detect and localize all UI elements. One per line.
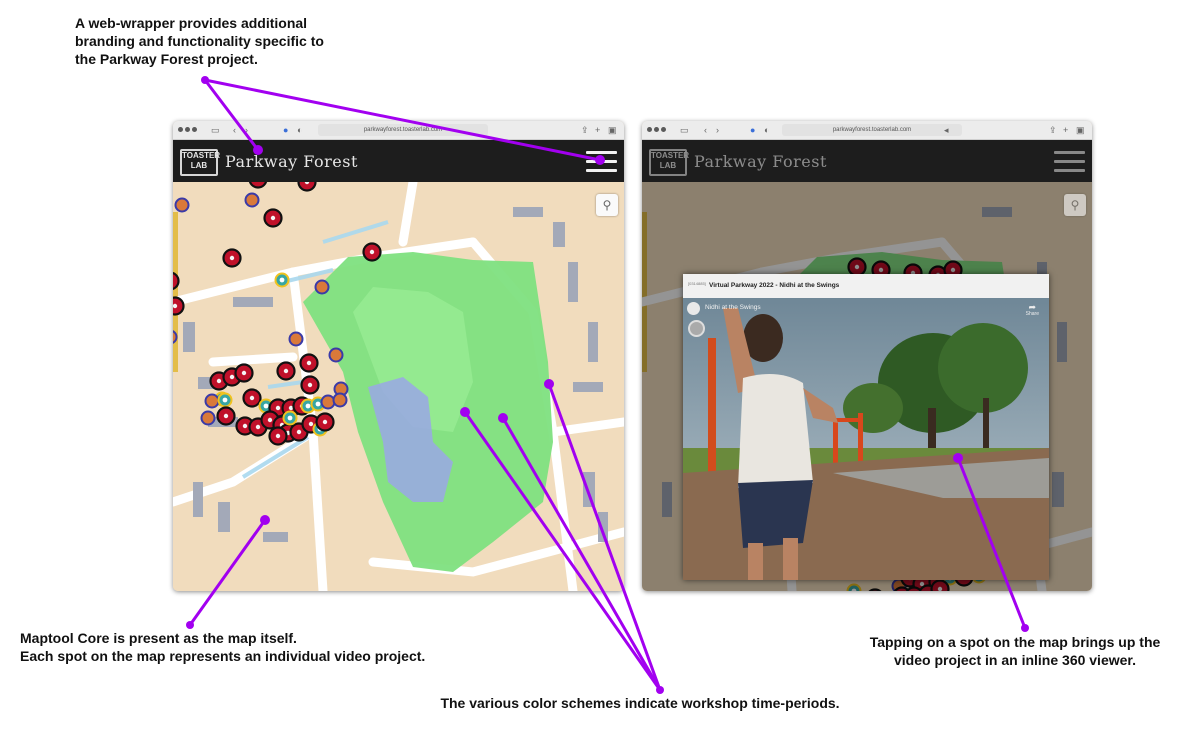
logo-text-top: TOASTER bbox=[651, 151, 690, 160]
logo-text-bottom: LAB bbox=[190, 161, 208, 170]
window-controls[interactable] bbox=[178, 127, 202, 133]
channel-avatar-icon[interactable] bbox=[687, 302, 700, 315]
url-bar[interactable]: parkwayforest.toasterlab.com bbox=[318, 124, 488, 136]
extension-icon[interactable]: ● bbox=[283, 124, 288, 136]
browser-window-map: ▭ ‹ › ● ◐ parkwayforest.toasterlab.com ⇪… bbox=[173, 121, 624, 591]
map-marker[interactable] bbox=[288, 331, 304, 347]
forward-arrow-icon[interactable]: › bbox=[245, 124, 248, 136]
sidebar-toggle-icon[interactable]: ▭ bbox=[211, 124, 220, 136]
map-marker[interactable] bbox=[244, 192, 260, 208]
viewer-control-icon[interactable] bbox=[688, 320, 705, 337]
logo-text-top: TOASTER bbox=[182, 151, 221, 160]
map-marker[interactable] bbox=[200, 410, 216, 426]
map-canvas[interactable]: ⚲ [0314885] Virtual Parkway 2022 - Nidhi… bbox=[642, 182, 1092, 591]
map-marker[interactable] bbox=[274, 272, 290, 288]
map-marker[interactable] bbox=[263, 208, 283, 228]
annotation-line: Tapping on a spot on the map brings up t… bbox=[869, 634, 1161, 650]
map-marker[interactable] bbox=[299, 353, 319, 373]
privacy-shield-icon: ◐ bbox=[297, 125, 303, 135]
annotation-maptool-core: Maptool Core is present as the map itsel… bbox=[20, 629, 540, 665]
extension-icon[interactable]: ● bbox=[750, 124, 755, 136]
video-title: Nidhi at the Swings bbox=[705, 304, 761, 311]
video-player-360[interactable]: Nidhi at the Swings ➦ Share bbox=[683, 298, 1049, 580]
audio-icon[interactable]: ◂ bbox=[944, 124, 949, 136]
map-marker[interactable] bbox=[332, 392, 348, 408]
url-bar[interactable]: parkwayforest.toasterlab.com bbox=[782, 124, 962, 136]
annotation-line: Maptool Core is present as the map itsel… bbox=[20, 630, 297, 646]
viewer-title: Virtual Parkway 2022 - Nidhi at the Swin… bbox=[709, 282, 840, 289]
browser-titlebar: ▭ ‹ › ● ◐ parkwayforest.toasterlab.com ⇪… bbox=[173, 121, 624, 140]
share-label: Share bbox=[1025, 311, 1039, 317]
map-marker[interactable] bbox=[315, 412, 335, 432]
annotation-web-wrapper: A web-wrapper provides additional brandi… bbox=[75, 14, 395, 68]
app-header: TOASTER LAB Parkway Forest bbox=[173, 140, 624, 182]
inline-360-viewer[interactable]: [0314885] Virtual Parkway 2022 - Nidhi a… bbox=[683, 274, 1049, 580]
back-arrow-icon[interactable]: ‹ bbox=[233, 124, 236, 136]
map-marker[interactable] bbox=[248, 182, 268, 189]
share-browser-icon[interactable]: ⇪ bbox=[1049, 124, 1057, 136]
tabs-overview-icon[interactable]: ▣ bbox=[608, 124, 617, 136]
map-marker[interactable] bbox=[268, 426, 288, 446]
map-marker[interactable] bbox=[300, 375, 320, 395]
video-frame bbox=[683, 298, 1049, 580]
map-marker[interactable] bbox=[328, 347, 344, 363]
annotation-inline-viewer: Tapping on a spot on the map brings up t… bbox=[840, 633, 1190, 669]
privacy-shield-icon: ◐ bbox=[764, 125, 770, 135]
browser-window-viewer: ▭ ‹ › ● ◐ parkwayforest.toasterlab.com ◂… bbox=[642, 121, 1092, 591]
map-marker[interactable] bbox=[234, 363, 254, 383]
back-arrow-icon[interactable]: ‹ bbox=[704, 124, 707, 136]
map-marker[interactable] bbox=[173, 296, 185, 316]
share-icon[interactable]: ➦ Share bbox=[1025, 302, 1039, 318]
tabs-overview-icon[interactable]: ▣ bbox=[1076, 124, 1085, 136]
share-browser-icon[interactable]: ⇪ bbox=[581, 124, 589, 136]
map-canvas[interactable]: ⚲ bbox=[173, 182, 624, 591]
map-marker[interactable] bbox=[314, 279, 330, 295]
logo-text-bottom: LAB bbox=[659, 161, 677, 170]
toasterlab-logo[interactable]: TOASTER LAB bbox=[649, 149, 690, 176]
map-marker[interactable] bbox=[217, 392, 233, 408]
map-pin-icon[interactable]: ⚲ bbox=[1064, 194, 1086, 216]
annotation-line: video project in an inline 360 viewer. bbox=[894, 652, 1136, 668]
share-arrow-icon: ➦ bbox=[1028, 302, 1037, 312]
map-marker[interactable] bbox=[242, 388, 262, 408]
hamburger-menu-icon[interactable] bbox=[586, 151, 617, 173]
map-markers bbox=[173, 182, 382, 446]
sidebar-toggle-icon[interactable]: ▭ bbox=[680, 124, 689, 136]
browser-titlebar: ▭ ‹ › ● ◐ parkwayforest.toasterlab.com ◂… bbox=[642, 121, 1092, 140]
map-marker[interactable] bbox=[173, 271, 180, 291]
annotation-line: the Parkway Forest project. bbox=[75, 51, 258, 67]
app-title: Parkway Forest bbox=[694, 152, 827, 171]
map-marker[interactable] bbox=[297, 182, 317, 192]
annotation-line: Each spot on the map represents an indiv… bbox=[20, 648, 426, 664]
viewer-header: [0314885] Virtual Parkway 2022 - Nidhi a… bbox=[683, 274, 1049, 298]
map-marker[interactable] bbox=[362, 242, 382, 262]
app-header: TOASTER LAB Parkway Forest bbox=[642, 140, 1092, 182]
new-tab-icon[interactable]: + bbox=[1063, 124, 1068, 136]
new-tab-icon[interactable]: + bbox=[595, 124, 600, 136]
map-marker[interactable] bbox=[282, 410, 298, 426]
map-marker[interactable] bbox=[204, 393, 220, 409]
window-controls[interactable] bbox=[647, 127, 671, 133]
map-marker[interactable] bbox=[173, 330, 178, 344]
annotation-line: A web-wrapper provides additional bbox=[75, 15, 308, 31]
viewer-id-label: [0314885] bbox=[688, 281, 706, 286]
map-marker[interactable] bbox=[320, 394, 336, 410]
app-title: Parkway Forest bbox=[225, 152, 358, 171]
toasterlab-logo[interactable]: TOASTER LAB bbox=[180, 149, 221, 176]
annotation-line: The various color schemes indicate works… bbox=[440, 695, 840, 711]
map-marker[interactable] bbox=[276, 361, 296, 381]
hamburger-menu-icon[interactable] bbox=[1054, 151, 1085, 173]
map-marker[interactable] bbox=[222, 248, 242, 268]
map-marker[interactable] bbox=[174, 197, 190, 213]
map-marker[interactable] bbox=[216, 406, 236, 426]
annotation-color-schemes: The various color schemes indicate works… bbox=[380, 694, 900, 712]
forward-arrow-icon[interactable]: › bbox=[716, 124, 719, 136]
annotation-line: branding and functionality specific to bbox=[75, 33, 324, 49]
